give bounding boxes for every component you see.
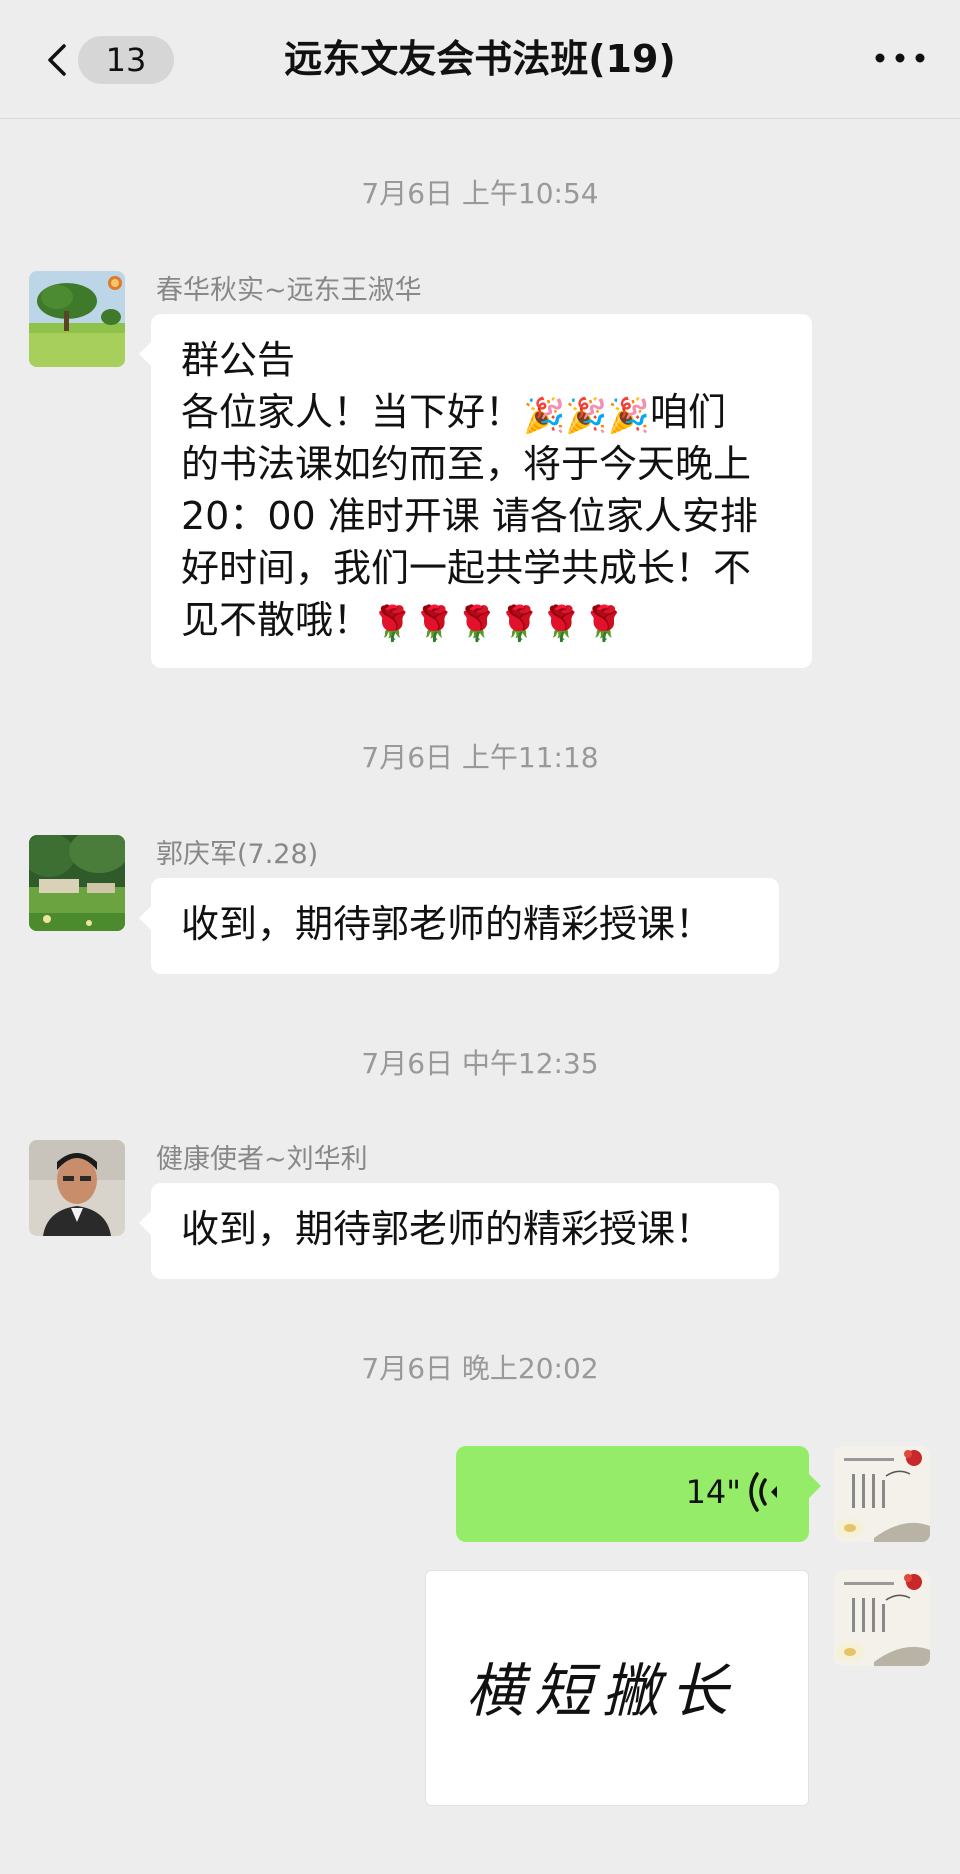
- voice-duration: 14": [685, 1473, 741, 1511]
- sender-name: 健康使者~刘华利: [156, 1144, 368, 1175]
- sender-name: 春华秋实~远东王淑华: [156, 275, 422, 306]
- message-text: 收到，期待郭老师的精彩授课！: [181, 902, 714, 946]
- party-popper-emoji: 🎉🎉🎉: [523, 396, 651, 436]
- image-message[interactable]: 横短撇长: [425, 1570, 809, 1806]
- timestamp: 7月6日 上午10:54: [361, 177, 599, 210]
- timestamp: 7月6日 晚上20:02: [361, 1352, 599, 1385]
- voice-message-bubble[interactable]: 14": [456, 1446, 821, 1542]
- back-button[interactable]: 13: [30, 30, 174, 90]
- message-text: 收到，期待郭老师的精彩授课！: [181, 1207, 714, 1251]
- timestamp: 7月6日 中午12:35: [361, 1047, 599, 1080]
- sender-name: 郭庆军(7.28): [156, 839, 319, 870]
- my-avatar[interactable]: [834, 1570, 930, 1666]
- message-line-tail: 咱们: [650, 390, 727, 434]
- voice-wave-icon: [749, 1472, 777, 1512]
- message-line: 各位家人！当下好！: [181, 390, 524, 434]
- chat-title: 远东文友会书法班(19): [284, 37, 676, 81]
- message-line: 的书法课如约而至，将于今天晚上: [181, 442, 752, 486]
- message-bubble[interactable]: 收到，期待郭老师的精彩授课！: [139, 1183, 779, 1279]
- message-line: 好时间，我们一起共学共成长！不: [181, 546, 752, 590]
- more-horizontal-icon[interactable]: [870, 36, 930, 80]
- calligraphy-image-text: 横短撇长: [466, 1657, 739, 1725]
- message-bubble[interactable]: 收到，期待郭老师的精彩授课！: [139, 878, 779, 974]
- avatar[interactable]: [29, 1140, 125, 1236]
- message-line: 20：00 准时开课 请各位家人安排: [181, 494, 758, 538]
- message-line: 群公告: [181, 338, 296, 382]
- chat-header: 13 远东文友会书法班(19): [0, 0, 960, 119]
- timestamp: 7月6日 上午11:18: [361, 741, 599, 774]
- chevron-left-icon: [48, 44, 66, 76]
- message-line: 见不散哦！: [181, 598, 372, 642]
- message-bubble[interactable]: 群公告 各位家人！当下好！🎉🎉🎉咱们 的书法课如约而至，将于今天晚上 20：00…: [139, 314, 812, 668]
- avatar[interactable]: [29, 271, 125, 367]
- rose-emoji: 🌹🌹🌹🌹🌹🌹: [371, 604, 626, 644]
- avatar[interactable]: [29, 835, 125, 931]
- my-avatar[interactable]: [834, 1446, 930, 1542]
